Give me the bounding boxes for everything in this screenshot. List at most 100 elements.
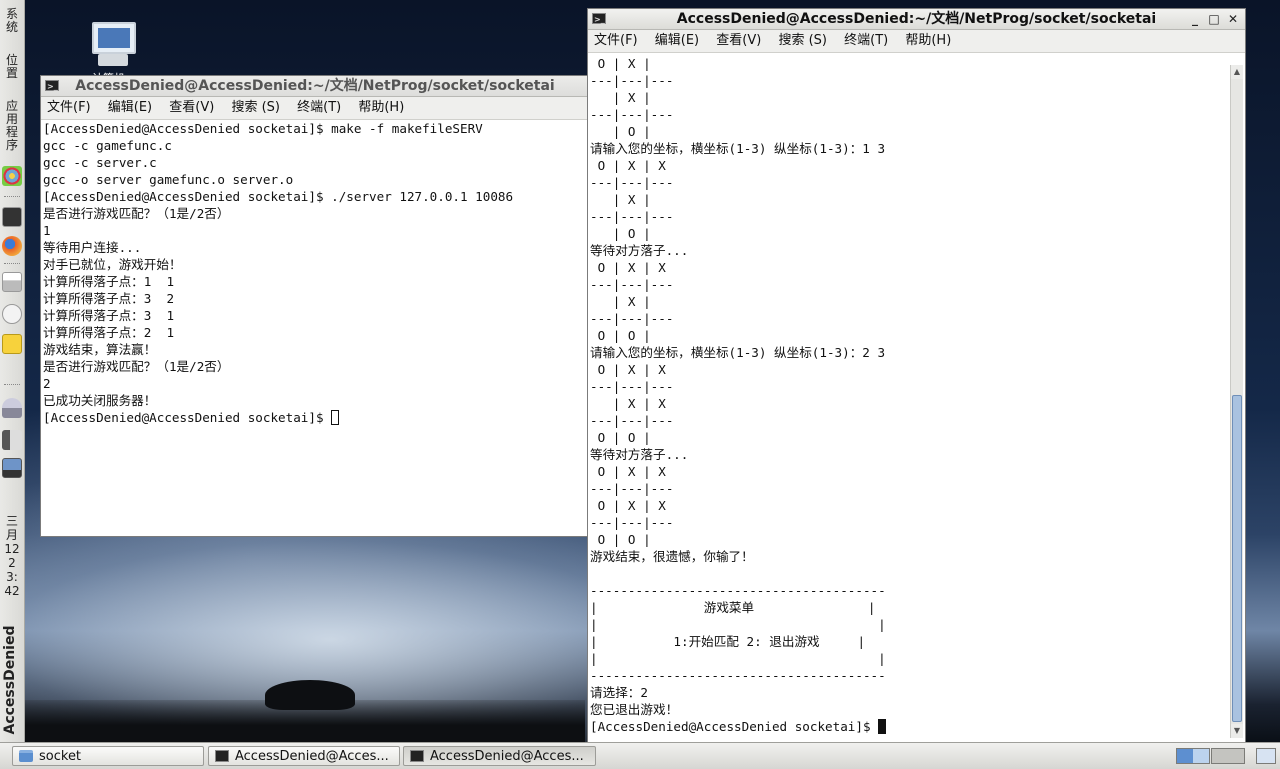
- menu-system[interactable]: 系统: [3, 8, 21, 34]
- terminal-line: | X |: [590, 90, 651, 105]
- scrollbar[interactable]: ▲ ▼: [1230, 65, 1243, 738]
- terminal-line: | |: [590, 651, 886, 666]
- taskbar-item-label: AccessDenied@Acces...: [430, 749, 584, 764]
- terminal-line: | |: [590, 617, 886, 632]
- workspace-switcher-2[interactable]: [1211, 748, 1245, 764]
- terminal-icon: >_: [592, 13, 606, 24]
- terminal-prompt: [AccessDenied@AccessDenied socketai]$: [43, 410, 332, 425]
- terminal-window-server[interactable]: >_ AccessDenied@AccessDenied:~/文档/NetPro…: [41, 76, 589, 536]
- terminal-line: | X |: [590, 192, 651, 207]
- terminal-line: 计算所得落子点：2 1: [43, 325, 175, 340]
- menu-terminal[interactable]: 终端(T): [297, 100, 341, 115]
- workspace-switcher-1[interactable]: [1176, 748, 1210, 764]
- menu-edit[interactable]: 编辑(E): [655, 33, 699, 48]
- menu-terminal[interactable]: 终端(T): [844, 33, 888, 48]
- terminal-line: 2: [43, 376, 51, 391]
- menu-search[interactable]: 搜索 (S): [778, 33, 827, 48]
- taskbar-item-label: AccessDenied@Acces...: [235, 749, 389, 764]
- terminal-line: 计算所得落子点：3 1: [43, 308, 175, 323]
- terminal-line: | X | X: [590, 396, 666, 411]
- terminal-icon[interactable]: [2, 207, 22, 227]
- window-titlebar[interactable]: >_ AccessDenied@AccessDenied:~/文档/NetPro…: [41, 76, 589, 97]
- trash-icon[interactable]: [1256, 748, 1276, 764]
- menu-file[interactable]: 文件(F): [47, 100, 91, 115]
- user-name[interactable]: AccessDenied: [2, 618, 22, 742]
- terminal-icon: [215, 750, 229, 762]
- scroll-up-icon[interactable]: ▲: [1231, 65, 1243, 79]
- terminal-window-client[interactable]: >_ AccessDenied@AccessDenied:~/文档/NetPro…: [588, 9, 1245, 742]
- terminal-line: O | O |: [590, 328, 651, 343]
- taskbar-item-label: socket: [39, 749, 82, 764]
- scrollbar-thumb[interactable]: [1232, 395, 1242, 722]
- terminal-line: O | X |: [590, 56, 651, 71]
- terminal-line: 已成功关闭服务器！: [43, 393, 157, 408]
- terminal-output[interactable]: O | X | ---|---|--- | X | ---|---|--- | O …: [590, 55, 1227, 740]
- terminal-line: 游戏结束，很遗憾，你输了！: [590, 549, 754, 564]
- terminal-line: 请输入您的坐标，横坐标(1-3) 纵坐标(1-3)：1 3: [590, 141, 886, 156]
- terminal-line: 对手已就位，游戏开始！: [43, 257, 182, 272]
- menu-help[interactable]: 帮助(H): [358, 100, 404, 115]
- volume-icon[interactable]: [2, 430, 22, 450]
- menu-file[interactable]: 文件(F): [594, 33, 638, 48]
- terminal-line: O | O |: [590, 532, 651, 547]
- terminal-prompt-line[interactable]: [AccessDenied@AccessDenied socketai]$: [590, 718, 1227, 735]
- printer-icon[interactable]: [2, 272, 22, 292]
- clock[interactable]: 三月 12 23:42: [3, 514, 21, 598]
- menu-edit[interactable]: 编辑(E): [108, 100, 152, 115]
- window-titlebar[interactable]: >_ AccessDenied@AccessDenied:~/文档/NetPro…: [588, 9, 1245, 30]
- computer-icon[interactable]: [88, 20, 138, 70]
- notes-icon[interactable]: [2, 334, 22, 354]
- menu-bar: 文件(F) 编辑(E) 查看(V) 搜索 (S) 终端(T) 帮助(H): [41, 97, 589, 120]
- terminal-line: O | X | X: [590, 498, 666, 513]
- taskbar-item-terminal-2[interactable]: AccessDenied@Acces...: [403, 746, 596, 766]
- terminal-line: | O |: [590, 226, 651, 241]
- menu-places[interactable]: 位置: [3, 54, 21, 80]
- terminal-line: | X |: [590, 294, 651, 309]
- terminal-line: ---|---|---: [590, 107, 674, 122]
- terminal-prompt: [AccessDenied@AccessDenied socketai]$: [590, 719, 879, 734]
- scroll-down-icon[interactable]: ▼: [1231, 724, 1243, 738]
- window-title: AccessDenied@AccessDenied:~/文档/NetProg/s…: [75, 78, 555, 94]
- window-title: AccessDenied@AccessDenied:~/文档/NetProg/s…: [676, 11, 1157, 27]
- menu-view[interactable]: 查看(V): [716, 33, 761, 48]
- terminal-output[interactable]: [AccessDenied@AccessDenied socketai]$ ma…: [43, 120, 587, 534]
- terminal-line: O | O |: [590, 430, 651, 445]
- left-panel: 系统 位置 应用程序 三月 12 23:42 AccessDenied: [0, 0, 25, 742]
- terminal-line: [AccessDenied@AccessDenied socketai]$ ./…: [43, 189, 514, 204]
- taskbar-item-socket-folder[interactable]: socket: [12, 746, 204, 766]
- terminal-line: ---|---|---: [590, 277, 674, 292]
- terminal-line: ---|---|---: [590, 73, 674, 88]
- menu-help[interactable]: 帮助(H): [905, 33, 951, 48]
- menu-view[interactable]: 查看(V): [169, 100, 214, 115]
- terminal-line: ---|---|---: [590, 209, 674, 224]
- mail-icon[interactable]: [2, 304, 22, 324]
- taskbar-item-terminal-1[interactable]: AccessDenied@Acces...: [208, 746, 400, 766]
- terminal-line: ---|---|---: [590, 379, 674, 394]
- network-status-icon[interactable]: [2, 458, 22, 478]
- terminal-line: 请输入您的坐标，横坐标(1-3) 纵坐标(1-3)：2 3: [590, 345, 886, 360]
- terminal-line: 请选择：2: [590, 685, 648, 700]
- terminal-icon: >_: [45, 80, 59, 91]
- minimize-icon[interactable]: _: [1187, 11, 1203, 27]
- menu-applications[interactable]: 应用程序: [3, 100, 21, 152]
- terminal-line: O | X | X: [590, 260, 666, 275]
- maximize-icon[interactable]: □: [1206, 11, 1222, 27]
- menu-bar: 文件(F) 编辑(E) 查看(V) 搜索 (S) 终端(T) 帮助(H): [588, 30, 1245, 53]
- terminal-line: O | X | X: [590, 464, 666, 479]
- terminal-line: 等待对方落子...: [590, 447, 689, 462]
- menu-search[interactable]: 搜索 (S): [231, 100, 280, 115]
- text-cursor: [331, 410, 340, 425]
- terminal-line: O | X | X: [590, 158, 666, 173]
- network-icon[interactable]: [2, 398, 22, 418]
- terminal-icon: [410, 750, 424, 762]
- close-icon[interactable]: ✕: [1225, 11, 1241, 27]
- terminal-line: | 1:开始匹配 2: 退出游戏 |: [590, 634, 866, 649]
- firefox-icon[interactable]: [2, 236, 22, 256]
- terminal-line: gcc -c gamefunc.c: [43, 138, 172, 153]
- terminal-line: 是否进行游戏匹配？（1是/2否）: [43, 206, 230, 221]
- terminal-line: 等待对方落子...: [590, 243, 689, 258]
- terminal-line: ---|---|---: [590, 413, 674, 428]
- fedora-icon[interactable]: [2, 166, 22, 186]
- terminal-prompt-line[interactable]: [AccessDenied@AccessDenied socketai]$: [43, 409, 587, 426]
- text-cursor: [878, 719, 887, 734]
